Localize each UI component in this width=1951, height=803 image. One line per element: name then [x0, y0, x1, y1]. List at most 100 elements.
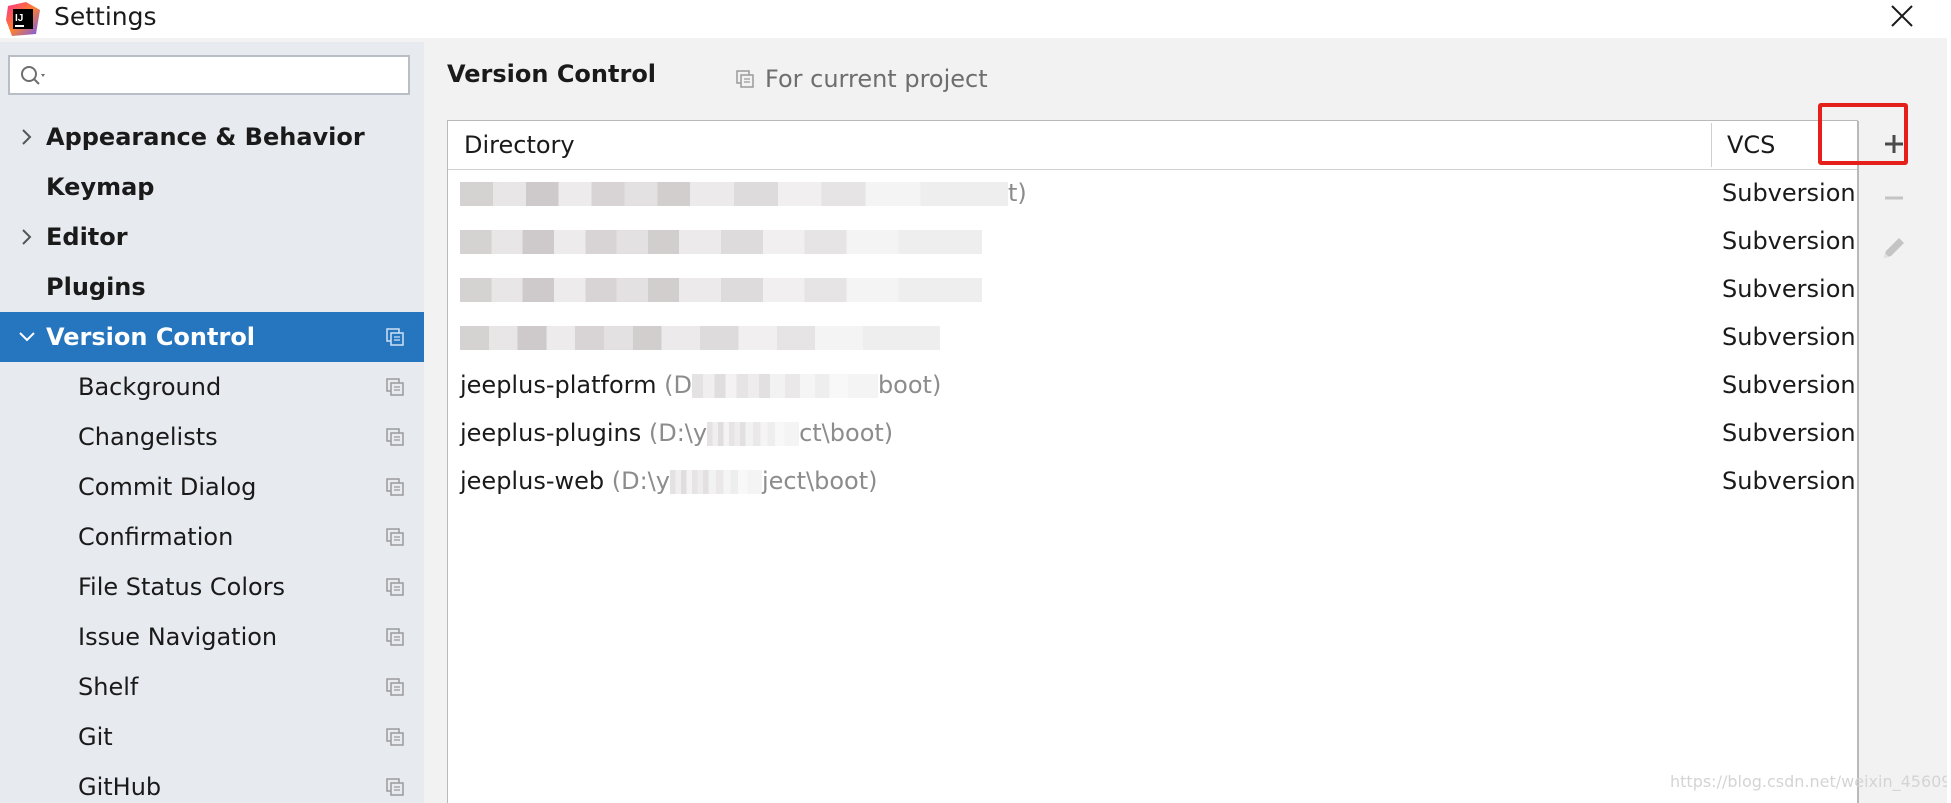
- sidebar-item-keymap[interactable]: Keymap: [0, 162, 424, 212]
- vcs-cell: Subversion: [1722, 467, 1856, 495]
- chevron-down-icon: [19, 332, 35, 342]
- scope-label: For current project: [765, 65, 988, 93]
- sidebar-item-shelf[interactable]: Shelf: [0, 662, 424, 712]
- column-header-directory[interactable]: Directory: [464, 121, 575, 169]
- search-icon: [21, 66, 45, 85]
- highlight-annotation: [1818, 103, 1908, 165]
- sidebar-item-label: Appearance & Behavior: [46, 123, 365, 151]
- table-row[interactable]: jeeplus-web (D:\y ject\boot) Subversion: [448, 457, 1858, 505]
- redacted-text: [460, 326, 940, 350]
- sidebar-item-label: Shelf: [78, 673, 139, 701]
- directory-path: t): [1008, 179, 1027, 207]
- scope-indicator: For current project: [735, 62, 988, 96]
- sidebar-item-background[interactable]: Background: [0, 362, 424, 412]
- project-scope-icon: [386, 728, 404, 746]
- table-row[interactable]: jeeplus-plugins (D:\y ct\boot) Subversion: [448, 409, 1858, 457]
- redacted-text: [460, 230, 982, 254]
- module-name: jeeplus-platform: [460, 371, 657, 399]
- sidebar-item-label: Background: [78, 373, 222, 401]
- close-button[interactable]: [1880, 0, 1924, 32]
- module-name: jeeplus-plugins: [460, 419, 642, 447]
- project-scope-icon: [386, 528, 404, 546]
- redacted-text: [707, 422, 800, 446]
- sidebar-item-version-control[interactable]: Version Control: [0, 312, 424, 362]
- sidebar-item-label: Editor: [46, 223, 128, 251]
- table-row[interactable]: Subversion: [448, 313, 1858, 361]
- intellij-idea-icon: IJ: [6, 2, 40, 36]
- directory-path-start: (D:\y: [648, 419, 708, 447]
- edit-icon: [1884, 238, 1904, 258]
- project-scope-icon: [386, 328, 404, 346]
- directory-path-end: ct\boot): [799, 419, 894, 447]
- settings-search-input[interactable]: [8, 55, 410, 95]
- sidebar-item-label: Keymap: [46, 173, 155, 201]
- project-scope-icon: [386, 578, 404, 596]
- sidebar-item-issue-navigation[interactable]: Issue Navigation: [0, 612, 424, 662]
- table-row[interactable]: Subversion: [448, 217, 1858, 265]
- vcs-mappings-table[interactable]: Directory VCS t) Subversion Subversion S…: [447, 120, 1859, 803]
- redacted-text: [460, 278, 982, 302]
- directory-cell: [460, 217, 982, 265]
- sidebar-item-confirmation[interactable]: Confirmation: [0, 512, 424, 562]
- directory-path-start: (D:\y: [611, 467, 670, 495]
- sidebar-item-label: Commit Dialog: [78, 473, 257, 501]
- edit-mapping-button[interactable]: [1874, 228, 1914, 268]
- project-scope-icon: [386, 428, 404, 446]
- settings-sidebar: Appearance & Behavior Keymap Editor Plug…: [0, 42, 424, 803]
- sidebar-item-github[interactable]: GitHub: [0, 762, 424, 803]
- redacted-text: [691, 374, 878, 398]
- window-title: Settings: [54, 2, 157, 31]
- svg-text:IJ: IJ: [15, 13, 23, 24]
- column-divider: [1711, 123, 1712, 167]
- vcs-cell: Subversion: [1722, 227, 1856, 255]
- directory-cell: jeeplus-plugins (D:\y ct\boot): [460, 409, 893, 457]
- module-name: jeeplus-web: [460, 467, 605, 495]
- project-scope-icon: [386, 378, 404, 396]
- project-scope-icon: [736, 70, 754, 88]
- chevron-right-icon: [22, 129, 32, 145]
- directory-cell: t): [460, 169, 1027, 217]
- directory-cell: jeeplus-web (D:\y ject\boot): [460, 457, 877, 505]
- watermark: https://blog.csdn.net/weixin_45609759: [1670, 772, 1951, 791]
- sidebar-item-file-status-colors[interactable]: File Status Colors: [0, 562, 424, 612]
- directory-path-end: ject\boot): [761, 467, 878, 495]
- directory-cell: [460, 313, 940, 361]
- directory-cell: jeeplus-platform (D boot): [460, 361, 941, 409]
- toolbar-divider: [1858, 121, 1859, 803]
- table-header: Directory VCS: [448, 121, 1857, 170]
- sidebar-item-plugins[interactable]: Plugins: [0, 262, 424, 312]
- table-row[interactable]: Subversion: [448, 265, 1858, 313]
- sidebar-item-label: Confirmation: [78, 523, 234, 551]
- sidebar-item-commit-dialog[interactable]: Commit Dialog: [0, 462, 424, 512]
- redacted-text: [460, 182, 1008, 206]
- page-title: Version Control: [447, 60, 657, 88]
- sidebar-item-editor[interactable]: Editor: [0, 212, 424, 262]
- sidebar-item-changelists[interactable]: Changelists: [0, 412, 424, 462]
- sidebar-item-label: GitHub: [78, 773, 162, 801]
- sidebar-item-appearance-behavior[interactable]: Appearance & Behavior: [0, 112, 424, 162]
- settings-window: IJ Settings Appearance & Behavior Keymap: [0, 0, 1951, 803]
- project-scope-icon: [386, 678, 404, 696]
- vcs-cell: Subversion: [1722, 323, 1856, 351]
- sidebar-item-label: Issue Navigation: [78, 623, 278, 651]
- table-row[interactable]: t) Subversion: [448, 169, 1858, 217]
- sidebar-item-label: Changelists: [78, 423, 218, 451]
- project-scope-icon: [386, 628, 404, 646]
- sidebar-item-label: File Status Colors: [78, 573, 286, 601]
- directory-cell: [460, 265, 982, 313]
- redacted-text: [669, 470, 762, 494]
- column-header-vcs[interactable]: VCS: [1727, 121, 1775, 169]
- close-icon: [1891, 5, 1913, 27]
- vcs-cell: Subversion: [1722, 179, 1856, 207]
- remove-mapping-button[interactable]: [1874, 178, 1914, 218]
- vcs-cell: Subversion: [1722, 419, 1856, 447]
- vcs-cell: Subversion: [1722, 371, 1856, 399]
- version-control-panel: Version Control For current project Dire…: [424, 42, 1951, 803]
- table-row[interactable]: jeeplus-platform (D boot) Subversion: [448, 361, 1858, 409]
- sidebar-item-git[interactable]: Git: [0, 712, 424, 762]
- directory-path-end: boot): [877, 371, 942, 399]
- directory-path-start: (D: [664, 371, 692, 399]
- sidebar-item-label: Git: [78, 723, 113, 751]
- sidebar-item-label: Plugins: [46, 273, 146, 301]
- sidebar-item-label: Version Control: [46, 323, 256, 351]
